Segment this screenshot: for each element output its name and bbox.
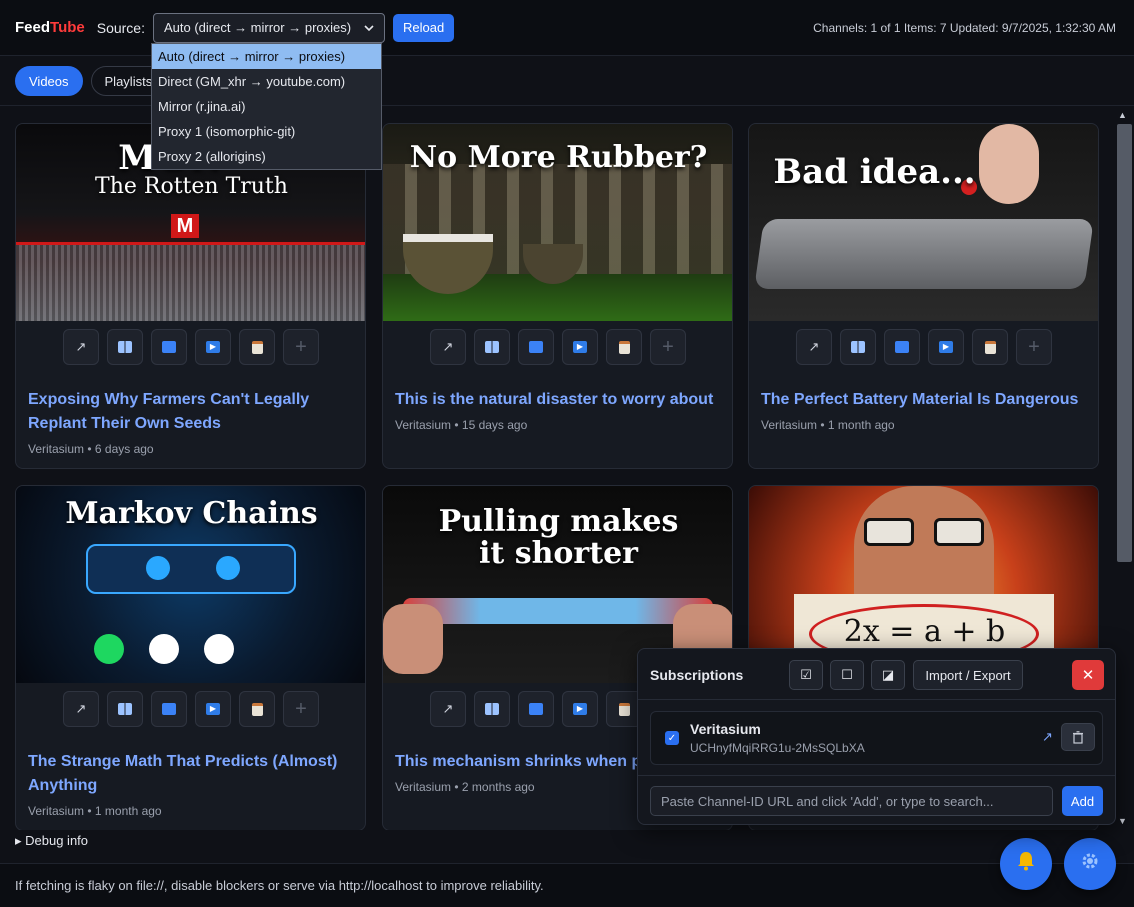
screen-icon[interactable] — [884, 329, 920, 365]
open-external-icon[interactable]: ↗ — [63, 691, 99, 727]
source-label: Source: — [96, 19, 145, 36]
play-icon[interactable]: ▶ — [195, 329, 231, 365]
close-icon[interactable]: ✕ — [1072, 660, 1104, 690]
play-icon[interactable]: ▶ — [562, 329, 598, 365]
status-text: Channels: 1 of 1 Items: 7 Updated: 9/7/2… — [813, 20, 1116, 35]
source-option-proxy1[interactable]: Proxy 1 (isomorphic-git) — [152, 119, 381, 144]
video-actions: ↗ ▶ + — [796, 329, 1060, 365]
source-option-auto[interactable]: Auto (direct → mirror → proxies) — [152, 44, 381, 69]
logo-feed: Feed — [15, 19, 51, 36]
add-channel-button[interactable]: Add — [1062, 786, 1103, 816]
source-option-proxy2[interactable]: Proxy 2 (allorigins) — [152, 144, 381, 169]
clipboard-icon[interactable] — [972, 329, 1008, 365]
screen-icon[interactable] — [151, 329, 187, 365]
screen-icon[interactable] — [518, 691, 554, 727]
scroll-down-icon[interactable]: ▼ — [1118, 816, 1127, 826]
video-meta: Veritasium • 15 days ago — [395, 418, 528, 432]
video-thumbnail[interactable]: No More Rubber? — [383, 124, 732, 321]
subscription-name: Veritasium — [690, 721, 761, 737]
play-icon[interactable]: ▶ — [928, 329, 964, 365]
open-external-icon[interactable]: ↗ — [430, 329, 466, 365]
chevron-down-icon — [364, 20, 374, 35]
video-actions: ↗ ▶ + — [63, 691, 327, 727]
video-card: M MON The Rotten Truth ↗ ▶ + Exposing Wh… — [15, 123, 366, 469]
check-all-button[interactable]: ☑ — [789, 660, 823, 690]
open-external-icon[interactable]: ↗ — [63, 329, 99, 365]
clipboard-icon[interactable] — [239, 691, 275, 727]
footer-note: If fetching is flaky on file://, disable… — [0, 863, 1134, 907]
open-external-icon[interactable]: ↗ — [1042, 729, 1053, 745]
windows-icon[interactable] — [840, 329, 876, 365]
windows-icon[interactable] — [107, 691, 143, 727]
bell-icon — [1017, 851, 1035, 877]
thumbnail-text: Markov Chains — [65, 496, 318, 531]
video-card: Bad idea... ↗ ▶ + The Perfect Battery Ma… — [748, 123, 1099, 469]
subscriptions-title: Subscriptions — [650, 667, 744, 683]
video-title[interactable]: The Strange Math That Predicts (Almost) … — [28, 750, 353, 798]
video-actions: ↗ ▶ + — [63, 329, 327, 365]
settings-button[interactable] — [1064, 838, 1116, 890]
source-select[interactable]: Auto (direct → mirror → proxies) — [152, 12, 385, 43]
video-title[interactable]: Exposing Why Farmers Can't Legally Repla… — [28, 388, 353, 436]
video-card: No More Rubber? ↗ ▶ + This is the natura… — [382, 123, 733, 469]
windows-icon[interactable] — [474, 691, 510, 727]
video-meta: Veritasium • 2 months ago — [395, 780, 535, 794]
gear-icon — [1080, 851, 1100, 877]
thumbnail-text: No More Rubber? — [409, 140, 708, 175]
source-select-value: Auto (direct → mirror → proxies) — [163, 20, 352, 35]
import-export-button[interactable]: Import / Export — [913, 660, 1023, 690]
source-option-mirror[interactable]: Mirror (r.jina.ai) — [152, 94, 381, 119]
thumbnail-text: 2x = a + b — [843, 614, 1006, 649]
windows-icon[interactable] — [107, 329, 143, 365]
thumbnail-text: Pulling makes — [438, 504, 679, 539]
subscriptions-panel: Subscriptions ☑ ☐ ◪ Import / Export ✕ ✓ … — [637, 648, 1116, 825]
open-external-icon[interactable]: ↗ — [430, 691, 466, 727]
video-thumbnail[interactable]: Markov Chains — [16, 486, 365, 683]
source-option-direct[interactable]: Direct (GM_xhr → youtube.com) — [152, 69, 381, 94]
clipboard-icon[interactable] — [606, 329, 642, 365]
add-icon[interactable]: + — [283, 691, 319, 727]
add-icon[interactable]: + — [283, 329, 319, 365]
channel-search-input[interactable] — [650, 786, 1053, 816]
thumbnail-text: Bad idea... — [773, 152, 976, 192]
windows-icon[interactable] — [474, 329, 510, 365]
source-dropdown-list: Auto (direct → mirror → proxies) Direct … — [151, 43, 382, 170]
subscriptions-header: Subscriptions ☑ ☐ ◪ Import / Export ✕ — [638, 649, 1115, 700]
video-card: Markov Chains ↗ ▶ + The Strange Math Tha… — [15, 485, 366, 830]
video-thumbnail[interactable]: Bad idea... — [749, 124, 1098, 321]
scroll-up-icon[interactable]: ▲ — [1118, 110, 1127, 120]
debug-info-toggle[interactable]: ▸ Debug info — [15, 833, 88, 849]
video-meta: Veritasium • 1 month ago — [761, 418, 895, 432]
subscription-item: ✓ Veritasium UCHnyfMqiRRG1u-2MsSQLbXA ↗ — [650, 711, 1103, 765]
play-icon[interactable]: ▶ — [562, 691, 598, 727]
screen-icon[interactable] — [518, 329, 554, 365]
video-title[interactable]: The Perfect Battery Material Is Dangerou… — [761, 388, 1086, 412]
clipboard-icon[interactable] — [239, 329, 275, 365]
invert-selection-button[interactable]: ◪ — [871, 660, 905, 690]
video-meta: Veritasium • 6 days ago — [28, 442, 154, 456]
video-actions: ↗ ▶ + — [430, 329, 694, 365]
screen-icon[interactable] — [151, 691, 187, 727]
video-title[interactable]: This is the natural disaster to worry ab… — [395, 388, 720, 412]
play-icon[interactable]: ▶ — [195, 691, 231, 727]
add-icon[interactable]: + — [1016, 329, 1052, 365]
uncheck-all-button[interactable]: ☐ — [830, 660, 864, 690]
subscription-checkbox[interactable]: ✓ — [665, 731, 679, 745]
scrollbar-thumb[interactable] — [1117, 124, 1132, 562]
thumbnail-subtext: The Rotten Truth — [95, 174, 288, 199]
thumbnail-subtext: it shorter — [479, 536, 638, 571]
tab-videos[interactable]: Videos — [15, 66, 83, 96]
notifications-button[interactable] — [1000, 838, 1052, 890]
video-meta: Veritasium • 1 month ago — [28, 804, 162, 818]
subscriptions-input-row: Add — [638, 775, 1115, 826]
subscription-channel-id: UCHnyfMqiRRG1u-2MsSQLbXA — [690, 741, 865, 755]
app-logo: FeedTube — [15, 19, 85, 36]
logo-tube: Tube — [50, 19, 85, 36]
open-external-icon[interactable]: ↗ — [796, 329, 832, 365]
trash-icon[interactable] — [1061, 723, 1095, 751]
reload-button[interactable]: Reload — [392, 13, 455, 42]
add-icon[interactable]: + — [650, 329, 686, 365]
